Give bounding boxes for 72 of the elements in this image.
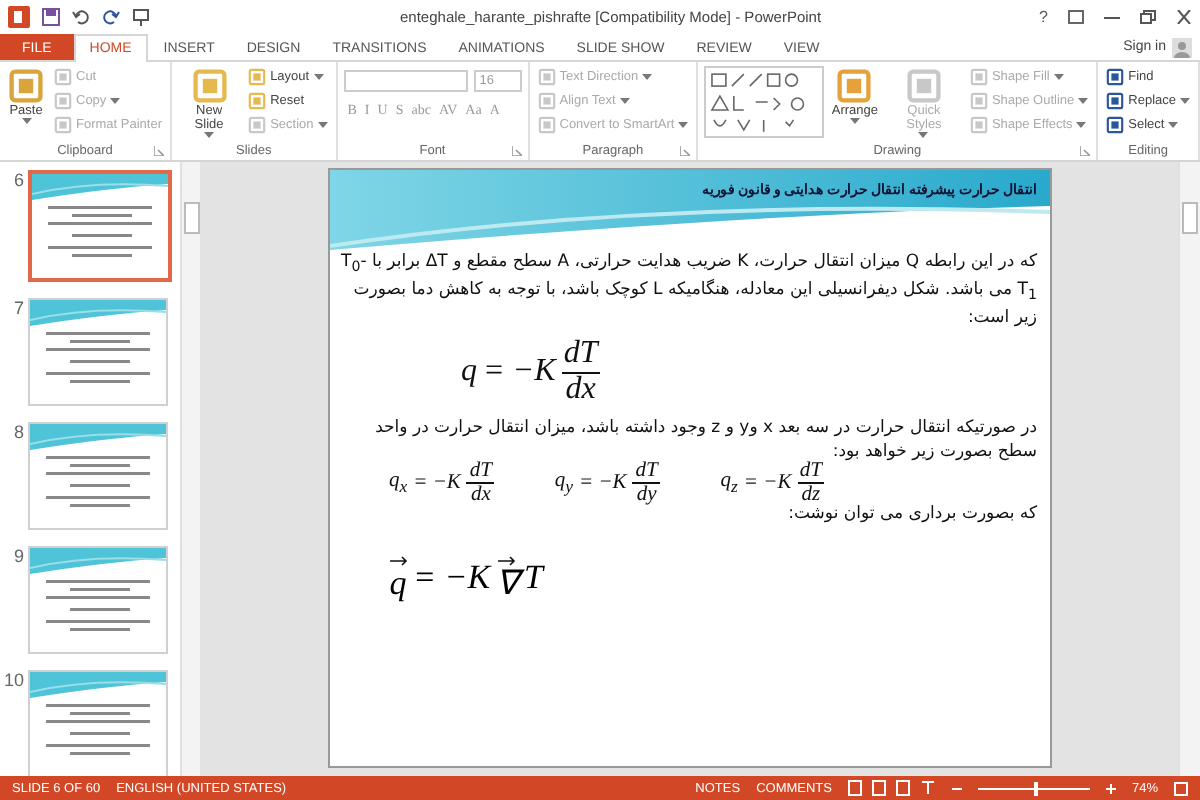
caret-icon [1180, 98, 1190, 104]
square-icon [969, 92, 988, 110]
square-icon [969, 68, 988, 86]
slide-number: 7 [11, 298, 24, 318]
caret-icon [678, 122, 689, 128]
zoom-slider-thumb[interactable] [1033, 781, 1038, 795]
square-icon [191, 68, 228, 104]
square-icon [537, 68, 556, 86]
slide-thumbnail[interactable] [28, 422, 168, 530]
redo-icon[interactable] [102, 8, 120, 26]
square-icon [248, 68, 267, 86]
square-icon [54, 116, 72, 134]
restore-icon[interactable] [1140, 10, 1156, 24]
help-button[interactable]: ? [1039, 8, 1048, 26]
slide-thumbnail[interactable] [28, 298, 168, 406]
square-icon [1106, 116, 1125, 134]
caret-icon [918, 132, 929, 139]
square-icon [8, 68, 44, 104]
dialog-launcher-icon[interactable] [154, 146, 164, 156]
undo-icon[interactable] [72, 8, 90, 26]
zoom-out-icon[interactable] [951, 783, 962, 793]
caret-icon [849, 118, 860, 125]
font-name-field[interactable] [343, 70, 468, 92]
slide-number: 6 [11, 170, 24, 190]
fit-slide-icon[interactable] [1174, 781, 1188, 795]
shapes-gallery[interactable] [704, 66, 824, 138]
user-avatar-icon[interactable] [1172, 37, 1192, 57]
scrollbar[interactable] [1178, 162, 1200, 776]
square-icon [54, 92, 72, 110]
caret-icon [1168, 122, 1179, 128]
square-icon [1106, 68, 1125, 86]
slide-thumbnail[interactable] [28, 546, 168, 654]
caret-icon [1078, 98, 1089, 104]
zoom-in-icon[interactable] [1105, 783, 1116, 793]
square-icon [836, 68, 873, 104]
square-icon [248, 92, 267, 110]
equation: q = −K ∇ T [389, 555, 544, 600]
caret-icon [313, 74, 324, 80]
slide-thumbnail[interactable] [28, 670, 168, 776]
close-icon[interactable] [1176, 10, 1192, 24]
caret-icon [619, 98, 630, 104]
slide-thumbnail[interactable] [28, 170, 172, 282]
caret-icon [204, 132, 215, 139]
square-icon [1106, 92, 1125, 110]
square-icon [537, 92, 556, 110]
square-icon [248, 116, 267, 134]
square-icon [54, 68, 72, 86]
scrollbar[interactable] [180, 162, 200, 776]
slide-number: 9 [11, 546, 24, 566]
view-buttons-icon[interactable] [847, 780, 936, 796]
caret-icon [317, 122, 328, 128]
presentation-icon[interactable] [132, 8, 150, 26]
dialog-launcher-icon[interactable] [511, 146, 522, 156]
caret-icon [642, 74, 653, 80]
square-icon [537, 116, 556, 134]
caret-icon [1076, 122, 1087, 128]
save-icon[interactable] [42, 8, 60, 26]
dialog-launcher-icon[interactable] [680, 146, 691, 156]
slide-paragraph: در صورتیکه انتقال حرارت در سه بعد x وy و z وجود داشته باشد، میزان انتقال حرارت در واحد سطح بصورت زیر خواهد بود: [373, 415, 1037, 463]
ribbon-display-icon[interactable] [1068, 10, 1084, 24]
caret-icon [1053, 74, 1064, 80]
caret-icon [110, 98, 121, 104]
vector-arrow-icon [389, 555, 407, 566]
caret-icon [21, 118, 31, 125]
vector-arrow-icon [498, 555, 517, 566]
dialog-launcher-icon[interactable] [1080, 146, 1091, 156]
slide-number: 10 [4, 670, 24, 690]
slide-paragraph: که بصورت برداری می توان نوشت: [786, 502, 1037, 528]
square-icon [905, 68, 942, 104]
slide-number: 8 [11, 422, 24, 442]
square-icon [969, 116, 988, 134]
app-logo-icon [8, 6, 30, 28]
